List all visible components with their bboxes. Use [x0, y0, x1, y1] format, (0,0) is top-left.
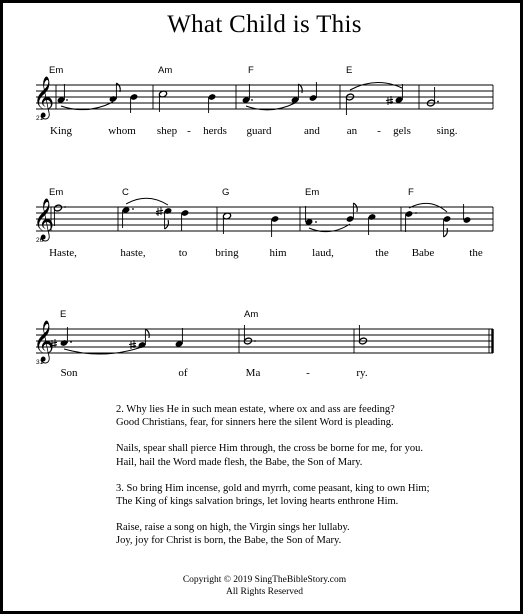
lyric-syllable: ry.: [356, 367, 368, 379]
note-group: [405, 202, 471, 238]
note-group: [49, 327, 183, 355]
lyric-syllable: sing.: [436, 125, 458, 137]
note-group: [242, 82, 317, 111]
lyric-syllable: bring: [215, 247, 239, 259]
lyric-syllable: herds: [203, 125, 227, 137]
svg-text:𝄞: 𝄞: [33, 320, 54, 363]
chord-symbol: Em: [49, 65, 63, 76]
note-group: [345, 82, 403, 115]
staff-system-3: 𝄞 31 E Am: [3, 303, 520, 365]
lyric-syllable: an: [346, 125, 358, 137]
chord-symbol: C: [122, 187, 129, 198]
lyric-syllable: shep: [156, 125, 178, 137]
verse-text-block: 2. Why lies He in such mean estate, wher…: [116, 403, 516, 561]
staff-system-1-notation: 𝄞 21 Em Am F E: [33, 65, 494, 121]
note-group: [222, 212, 279, 237]
verse-block: Raise, raise a song on high, the Virgin …: [116, 521, 516, 547]
rights-line: All Rights Reserved: [225, 586, 304, 597]
verse-line: Nails, spear shall pierce Him through, t…: [116, 443, 424, 455]
chord-symbol: F: [408, 187, 414, 198]
chord-symbol: Am: [244, 309, 258, 320]
chord-symbol: E: [346, 65, 352, 76]
verse-block: 3. So bring Him incense, gold and myrrh,…: [116, 482, 516, 508]
chord-symbol: E: [60, 309, 66, 320]
verse-line: Good Christians, fear, for sinners here …: [116, 417, 394, 429]
copyright-footer: Copyright © 2019 SingTheBibleStory.com A…: [3, 575, 520, 598]
lyric-syllable: Son: [60, 367, 78, 379]
chord-symbol: F: [248, 65, 254, 76]
staff-system-2-notation: 𝄞 26 Em C G Em F: [33, 187, 494, 243]
lyrics-row-1: King whom shep - herds guard and an - gels sing.: [3, 125, 520, 141]
lyric-syllable: him: [269, 247, 287, 259]
chord-symbol: Em: [305, 187, 319, 198]
chord-symbol: Am: [158, 65, 172, 76]
lyric-syllable: Babe: [411, 247, 435, 259]
verse-line: 3. So bring Him incense, gold and myrrh,…: [116, 482, 430, 494]
lyric-syllable: Ma: [245, 367, 261, 379]
verse-line: The King of kings salvation brings, let …: [116, 496, 399, 508]
lyric-syllable: the: [375, 247, 389, 259]
verse-line: Joy, joy for Christ is born, the Babe, t…: [116, 535, 342, 547]
lyrics-row-2: Haste, haste, to bring him laud, the Babe the: [3, 247, 520, 263]
staff-system-2: 𝄞 26 Em C G Em F: [3, 181, 520, 243]
copyright-line: Copyright © 2019 SingTheBibleStory.com: [182, 575, 347, 585]
verse-line: Raise, raise a song on high, the Virgin …: [116, 522, 350, 534]
verse-line: Hail, hail the Word made flesh, the Babe…: [116, 456, 363, 468]
chord-symbol: Em: [49, 187, 63, 198]
verse-block: 2. Why lies He in such mean estate, wher…: [116, 403, 516, 429]
note-group: [57, 82, 138, 113]
verse-block: Nails, spear shall pierce Him through, t…: [116, 442, 516, 468]
lyric-syllable: Haste,: [49, 247, 77, 259]
lyric-hyphen: -: [306, 367, 310, 379]
sharp-accidental: [155, 207, 164, 216]
verse-line: 2. Why lies He in such mean estate, wher…: [116, 404, 395, 415]
sheet-music-page: What Child is This 𝄞 21 Em Am F E King w…: [0, 0, 523, 614]
measure-number-2: 26: [36, 237, 44, 243]
lyric-syllable: to: [178, 247, 188, 259]
lyric-hyphen: -: [187, 125, 191, 137]
lyric-syllable: whom: [108, 125, 136, 137]
staff-system-1: 𝄞 21 Em Am F E: [3, 59, 520, 121]
lyric-syllable: King: [50, 125, 72, 137]
staff-system-3-notation: 𝄞 31 E Am: [33, 309, 494, 365]
lyric-syllable: and: [304, 125, 320, 137]
chord-symbol: G: [222, 187, 229, 198]
lyric-syllable: the: [469, 247, 483, 259]
lyric-syllable: guard: [246, 125, 272, 137]
svg-text:𝄞: 𝄞: [33, 76, 54, 119]
note-group: [122, 197, 189, 231]
page-title: What Child is This: [167, 11, 362, 38]
measure-number-1: 21: [36, 115, 44, 121]
note-group: [158, 90, 216, 113]
lyric-syllable: gels: [393, 125, 411, 137]
lyrics-row-3: Son of Ma - ry.: [3, 367, 520, 383]
lyric-hyphen: -: [377, 125, 381, 137]
lyric-syllable: haste,: [120, 247, 146, 259]
lyric-syllable: of: [178, 367, 188, 379]
lyric-syllable: laud,: [312, 247, 334, 259]
measure-number-3: 31: [36, 359, 44, 365]
